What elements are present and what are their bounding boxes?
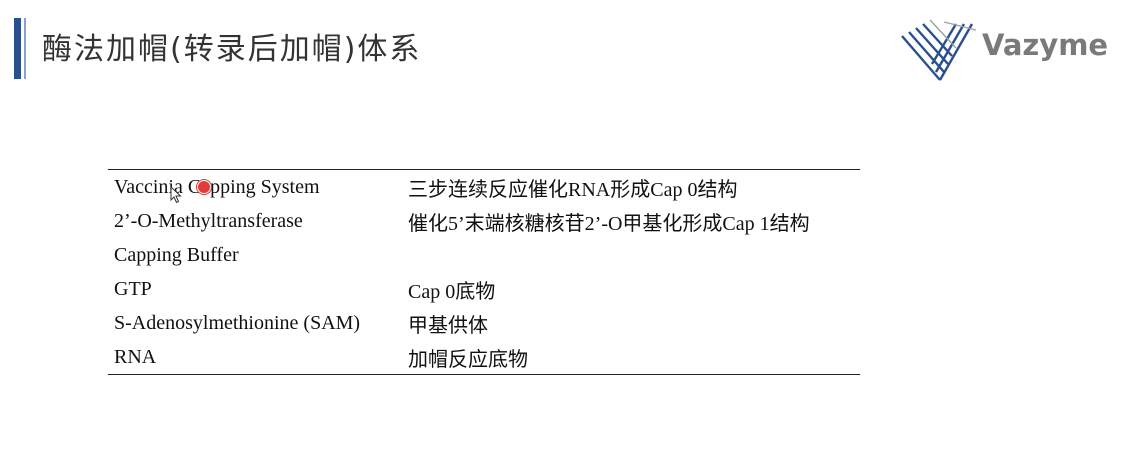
laser-pointer-icon	[197, 180, 211, 194]
vazyme-logo-icon	[901, 19, 977, 81]
table-row: RNA 加帽反应底物	[108, 340, 860, 374]
component-cell: Capping Buffer	[114, 243, 239, 266]
reagent-table: Vaccinia Capping System 三步连续反应催化RNA形成Cap…	[108, 169, 860, 375]
component-cell: GTP	[114, 277, 152, 300]
component-cell: 2’-O-Methyltransferase	[114, 209, 303, 232]
logo-text: Vazyme	[982, 28, 1109, 62]
description-cell: 催化5’末端核糖核苷2’-O甲基化形成Cap 1结构	[408, 212, 810, 235]
title-accent-bar	[14, 18, 21, 79]
table-row: Vaccinia Capping System 三步连续反应催化RNA形成Cap…	[108, 170, 860, 204]
slide-title: 酶法加帽(转录后加帽)体系	[42, 32, 422, 67]
description-cell: 甲基供体	[408, 314, 488, 337]
component-cell: Vaccinia Capping System	[114, 175, 320, 198]
table-row: Capping Buffer	[108, 238, 860, 272]
table-row: GTP Cap 0底物	[108, 272, 860, 306]
description-cell: 三步连续反应催化RNA形成Cap 0结构	[408, 178, 738, 201]
title-accent-line	[24, 18, 26, 79]
table-row: S-Adenosylmethionine (SAM) 甲基供体	[108, 306, 860, 340]
component-cell: RNA	[114, 345, 157, 368]
description-cell: Cap 0底物	[408, 280, 496, 303]
component-cell: S-Adenosylmethionine (SAM)	[114, 311, 361, 334]
mouse-cursor-icon	[170, 186, 182, 204]
vazyme-logo: Vazyme	[900, 18, 1110, 84]
table-row: 2’-O-Methyltransferase 催化5’末端核糖核苷2’-O甲基化…	[108, 204, 860, 238]
description-cell: 加帽反应底物	[408, 348, 528, 371]
